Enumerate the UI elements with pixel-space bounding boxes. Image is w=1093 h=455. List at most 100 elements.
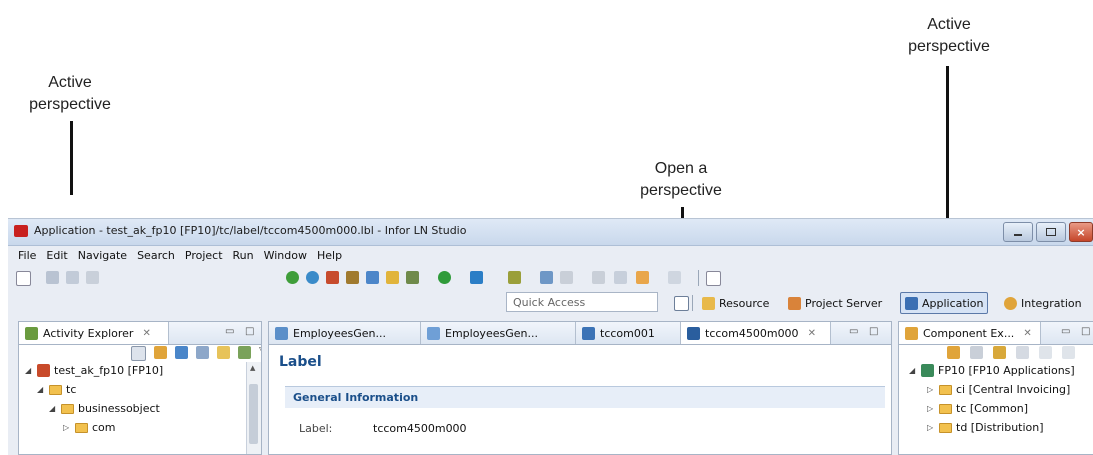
maximize-view-icon[interactable]: □ xyxy=(1081,326,1090,337)
editor-tab-tccom4500m000[interactable]: tccom4500m000 ✕ xyxy=(681,322,831,344)
menu-navigate[interactable]: Navigate xyxy=(78,249,127,262)
wizard-icon[interactable] xyxy=(386,271,399,284)
label-field-value[interactable]: tccom4500m000 xyxy=(373,422,467,435)
vertical-scrollbar[interactable]: ▲ xyxy=(246,362,261,454)
tab-label: EmployeesGen... xyxy=(445,326,538,340)
scrollbar-thumb[interactable] xyxy=(249,384,258,444)
collapsed-icon: ▷ xyxy=(927,385,934,394)
pencil-icon[interactable] xyxy=(508,271,521,284)
tree-node-td[interactable]: ▷ td [Distribution] xyxy=(927,421,1044,434)
view-menu-icon[interactable]: ▽ xyxy=(259,346,261,361)
compile-icon[interactable] xyxy=(306,271,319,284)
quick-access-field[interactable]: Quick Access xyxy=(506,292,658,312)
collapse-all-icon[interactable] xyxy=(131,346,146,361)
tab-label: Activity Explorer xyxy=(43,326,134,340)
tab-label: tccom001 xyxy=(600,326,655,340)
back-icon[interactable] xyxy=(636,271,649,284)
tree-node-businessobject[interactable]: ◢ businessobject xyxy=(49,402,160,415)
tree-node-project[interactable]: ◢ test_ak_fp10 [FP10] xyxy=(25,364,163,377)
minimize-view-icon[interactable]: ▭ xyxy=(849,326,858,337)
print-icon[interactable] xyxy=(86,271,99,284)
label-file-icon xyxy=(687,326,700,340)
forward-nav-icon[interactable] xyxy=(1062,346,1075,359)
tree-label: ci [Central Invoicing] xyxy=(956,383,1071,396)
link-editor-icon[interactable] xyxy=(154,346,167,359)
menu-help[interactable]: Help xyxy=(317,249,342,262)
perspective-application-label: Application xyxy=(922,296,984,310)
tab-close-icon[interactable]: ✕ xyxy=(142,328,150,339)
minimize-view-icon[interactable]: ▭ xyxy=(1061,326,1070,337)
menu-edit[interactable]: Edit xyxy=(46,249,67,262)
editor-tab-employeesgen-1[interactable]: EmployeesGen... xyxy=(269,322,421,344)
last-edit-icon[interactable] xyxy=(614,271,627,284)
collapse-icon[interactable] xyxy=(993,346,1006,359)
menu-window[interactable]: Window xyxy=(264,249,307,262)
collapsed-icon: ▷ xyxy=(927,404,934,413)
open-perspective-button[interactable] xyxy=(670,292,693,314)
perspective-resource[interactable]: Resource xyxy=(698,292,773,314)
perspective-project-server[interactable]: Project Server xyxy=(784,292,886,314)
close-button[interactable]: × xyxy=(1069,222,1093,242)
clipboard-icon[interactable] xyxy=(540,271,553,284)
refresh-icon[interactable] xyxy=(238,346,251,359)
perspective-integration[interactable]: Integration xyxy=(1000,292,1086,314)
tab-close-icon[interactable]: ✕ xyxy=(1023,328,1031,339)
back-nav-icon[interactable] xyxy=(1039,346,1052,359)
minimize-button[interactable] xyxy=(1003,222,1033,242)
perspective-application[interactable]: Application xyxy=(900,292,989,314)
collapsed-icon: ▷ xyxy=(927,423,934,432)
edit-icon[interactable] xyxy=(217,346,230,359)
annotation-icon[interactable] xyxy=(560,271,573,284)
properties-icon[interactable] xyxy=(196,346,209,359)
save-all-icon[interactable] xyxy=(66,271,79,284)
java-file-icon xyxy=(275,326,288,340)
external-tools-icon[interactable] xyxy=(470,271,483,284)
package-icon[interactable] xyxy=(346,271,359,284)
link-icon[interactable] xyxy=(947,346,960,359)
annotation-pointer-left xyxy=(70,121,73,195)
new-icon[interactable] xyxy=(16,271,31,286)
tree-node-tc[interactable]: ◢ tc xyxy=(37,383,76,396)
tab-label: EmployeesGen... xyxy=(293,326,386,340)
tab-component-explorer[interactable]: Component Ex... ✕ xyxy=(899,322,1041,344)
debug-icon[interactable] xyxy=(406,271,419,284)
run-icon[interactable] xyxy=(438,271,451,284)
tab-activity-explorer[interactable]: Activity Explorer ✕ xyxy=(19,322,169,344)
tab-close-icon[interactable]: ✕ xyxy=(808,328,816,339)
menu-run[interactable]: Run xyxy=(233,249,254,262)
title-bar[interactable]: Application - test_ak_fp10 [FP10]/tc/lab… xyxy=(8,219,1093,246)
document-icon[interactable] xyxy=(366,271,379,284)
scroll-up-icon[interactable]: ▲ xyxy=(250,364,255,372)
application-icon xyxy=(905,296,918,310)
expanded-icon: ◢ xyxy=(909,366,916,375)
component-explorer-panel: Component Ex... ✕ ▭ □ ◢ FP10 [FP10 Appli… xyxy=(898,321,1093,455)
folder-icon xyxy=(61,403,74,414)
annotation-active-perspective-left: Active perspective xyxy=(14,72,126,116)
forward-icon[interactable] xyxy=(668,271,681,284)
filter-icon[interactable] xyxy=(970,346,983,359)
home-icon[interactable] xyxy=(1016,346,1029,359)
tree-node-com[interactable]: ▷ com xyxy=(63,421,116,434)
editor-tab-employeesgen-2[interactable]: EmployeesGen... xyxy=(421,322,576,344)
save-icon[interactable] xyxy=(46,271,59,284)
menu-file[interactable]: File xyxy=(18,249,36,262)
activity-icon[interactable] xyxy=(326,271,339,284)
activity-explorer-tabbar: Activity Explorer ✕ ▭ □ xyxy=(19,322,261,345)
build-icon[interactable] xyxy=(286,271,299,284)
folder-icon xyxy=(49,384,62,395)
editor-tab-tccom001[interactable]: tccom001 xyxy=(576,322,681,344)
new-activity-icon[interactable] xyxy=(175,346,188,359)
tree-node-ci[interactable]: ▷ ci [Central Invoicing] xyxy=(927,383,1070,396)
maximize-view-icon[interactable]: □ xyxy=(245,326,254,337)
menu-project[interactable]: Project xyxy=(185,249,223,262)
tree-node-fp10[interactable]: ◢ FP10 [FP10 Applications] xyxy=(909,364,1075,377)
next-annotation-icon[interactable] xyxy=(592,271,605,284)
minimize-view-icon[interactable]: ▭ xyxy=(225,326,234,337)
folder-icon xyxy=(939,384,952,395)
pin-editor-icon[interactable] xyxy=(706,271,721,286)
maximize-button[interactable] xyxy=(1036,222,1066,242)
maximize-view-icon[interactable]: □ xyxy=(869,326,878,337)
annotation-line: perspective xyxy=(640,182,722,199)
menu-search[interactable]: Search xyxy=(137,249,175,262)
tree-node-tc-common[interactable]: ▷ tc [Common] xyxy=(927,402,1028,415)
